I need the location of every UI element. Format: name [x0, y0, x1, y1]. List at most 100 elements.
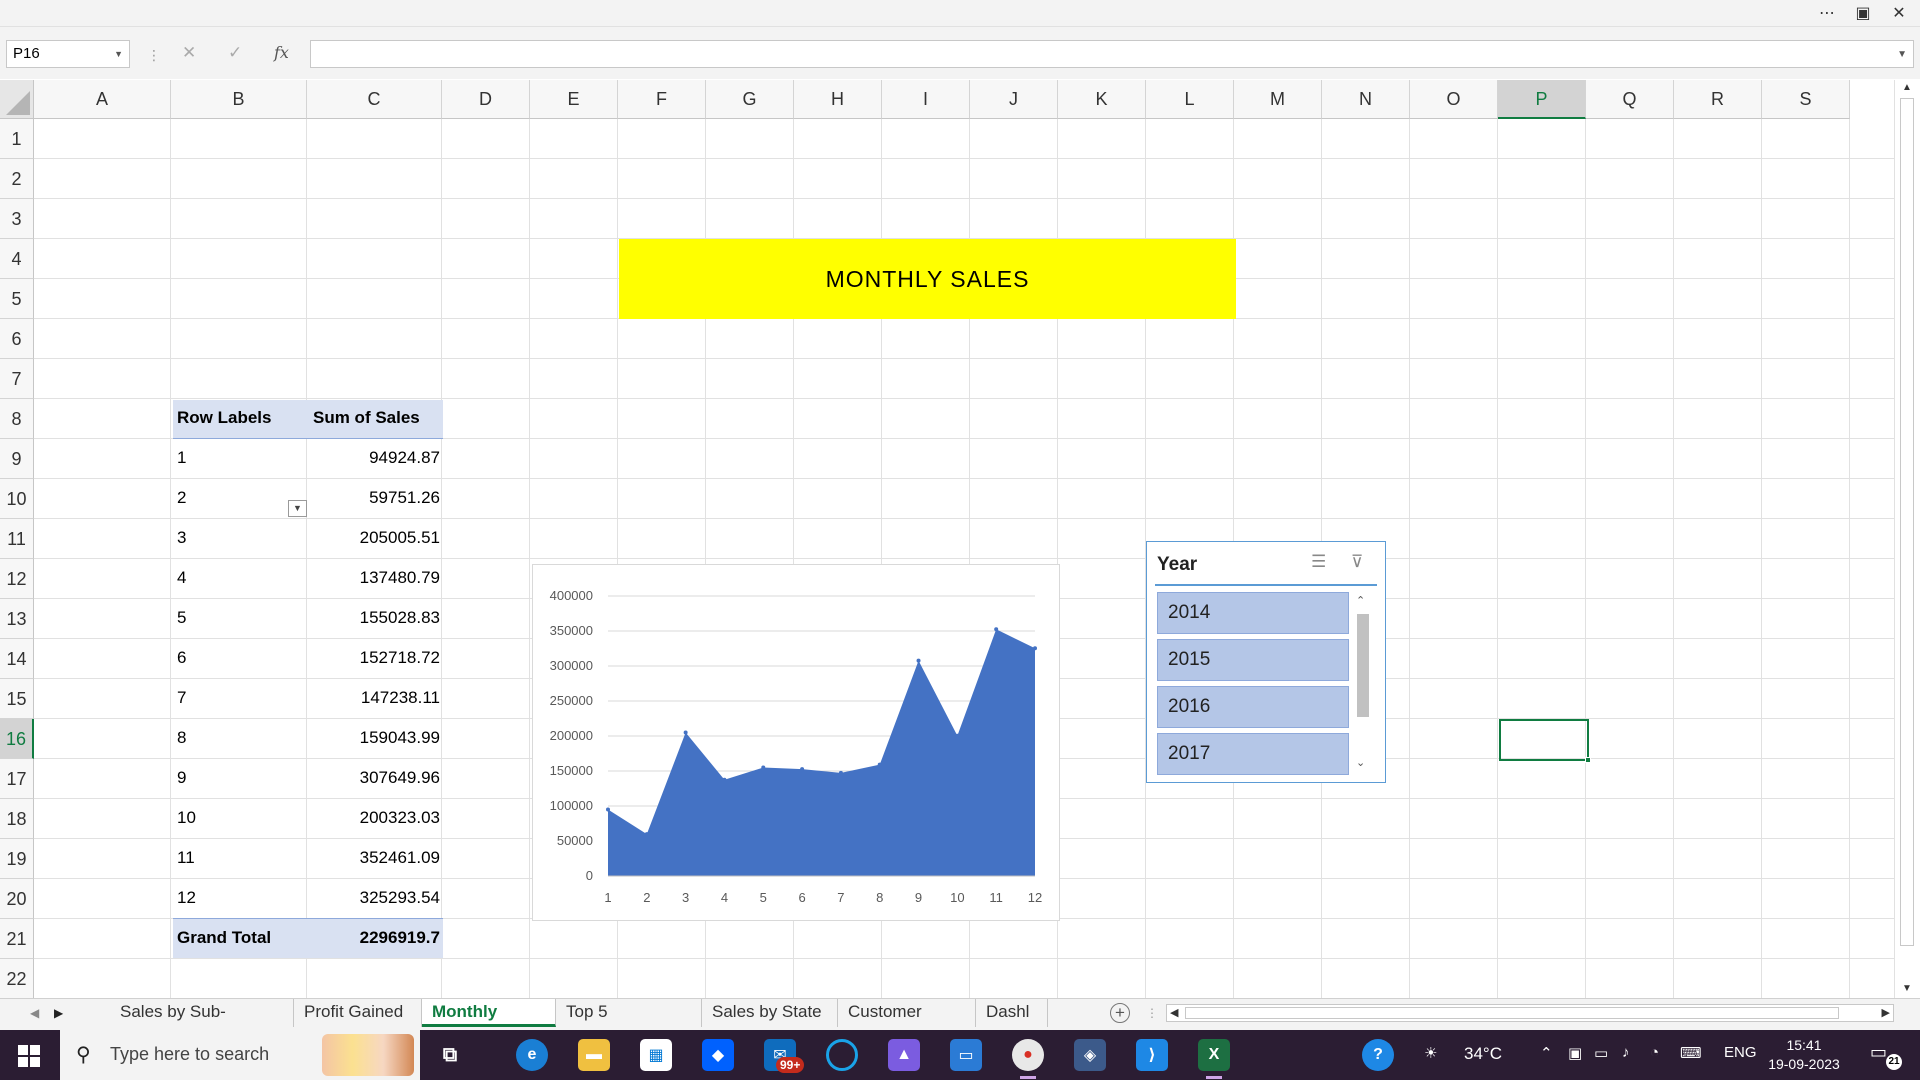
clock[interactable]: 15:41 19-09-2023	[1764, 1036, 1844, 1074]
sql-icon[interactable]: ◈	[1074, 1039, 1106, 1071]
expand-formula-bar-icon[interactable]: ▼	[1897, 49, 1907, 60]
weather-icon[interactable]: ☀	[1424, 1044, 1437, 1062]
column-header-d[interactable]: D	[442, 80, 530, 119]
pivot-row-value[interactable]: 352461.09	[313, 848, 443, 868]
add-sheet-icon[interactable]: +	[1110, 1003, 1130, 1023]
file-explorer-icon[interactable]: ▬	[578, 1039, 610, 1071]
area-data-point[interactable]	[994, 627, 999, 632]
horizontal-scroll-thumb[interactable]	[1185, 1007, 1839, 1019]
row-header-5[interactable]: 5	[0, 279, 34, 319]
slicer-scrollbar[interactable]: ⌃ ⌄	[1355, 592, 1371, 776]
year-slicer[interactable]: Year ☰ ⊽ 2014 2015 2016 2017 ⌃ ⌄	[1146, 541, 1386, 783]
pivot-row-label[interactable]: 3	[177, 528, 186, 548]
area-data-point[interactable]	[683, 730, 688, 735]
remote-desktop-icon[interactable]: ▭	[950, 1039, 982, 1071]
task-view-icon[interactable]: ⧉	[434, 1039, 466, 1071]
pivot-row-label[interactable]: 7	[177, 688, 186, 708]
scroll-down-arrow-icon[interactable]: ▼	[1902, 983, 1912, 994]
more-options-icon[interactable]: ⋯	[1814, 2, 1840, 24]
row-header-4[interactable]: 4	[0, 239, 34, 279]
row-header-17[interactable]: 17	[0, 759, 34, 799]
active-cell-p16[interactable]	[1499, 719, 1591, 763]
pivot-row-label[interactable]: 2	[177, 488, 186, 508]
row-header-20[interactable]: 20	[0, 879, 34, 919]
prev-sheet-icon[interactable]: ◀	[30, 1006, 39, 1020]
column-header-g[interactable]: G	[706, 80, 794, 119]
pivot-row-value[interactable]: 94924.87	[313, 448, 443, 468]
row-labels-header[interactable]: Row Labels	[177, 408, 271, 428]
row-header-22[interactable]: 22	[0, 959, 34, 998]
sheet-tab[interactable]: Top 5 Customers	[556, 999, 702, 1047]
pivot-row-value[interactable]: 159043.99	[313, 728, 443, 748]
monthly-sales-chart[interactable]: 400000 350000 300000 250000 200000 150000 1000…	[532, 564, 1060, 921]
clear-filter-icon[interactable]: ⊽	[1351, 552, 1363, 572]
column-header-r[interactable]: R	[1674, 80, 1762, 119]
enter-icon[interactable]: ✓	[228, 43, 242, 63]
row-header-21[interactable]: 21	[0, 919, 34, 959]
notification-center-icon[interactable]: ▭ 21	[1870, 1042, 1902, 1070]
scroll-left-icon[interactable]: ◀	[1170, 1006, 1178, 1019]
dropbox-icon[interactable]: ◆	[702, 1039, 734, 1071]
pivot-row-label[interactable]: 11	[177, 848, 195, 868]
pivot-row-label[interactable]: 12	[177, 888, 196, 908]
pivot-row-label[interactable]: 5	[177, 608, 186, 628]
select-all-button[interactable]	[0, 80, 34, 119]
row-header-13[interactable]: 13	[0, 599, 34, 639]
sheet-tab[interactable]: Customer Count	[838, 999, 976, 1047]
sheet-tab[interactable]: Sales by Sub-Category	[110, 999, 294, 1047]
pivot-row-label[interactable]: 10	[177, 808, 196, 828]
sheet-tab[interactable]: Dashl ...	[976, 999, 1048, 1047]
scroll-up-icon[interactable]: ⌃	[1356, 594, 1365, 607]
column-header-f[interactable]: F	[618, 80, 706, 119]
slicer-scroll-thumb[interactable]	[1357, 614, 1369, 717]
pivot-row-value[interactable]: 200323.03	[313, 808, 443, 828]
area-data-point[interactable]	[1033, 646, 1037, 651]
next-sheet-icon[interactable]: ▶	[54, 1006, 63, 1020]
pivot-row-label[interactable]: 6	[177, 648, 186, 668]
name-box[interactable]: P16 ▼	[6, 40, 130, 68]
row-labels-filter-button[interactable]: ▼	[288, 500, 307, 517]
keyboard-icon[interactable]: ⌨	[1680, 1044, 1702, 1062]
pivot-row-label[interactable]: 4	[177, 568, 186, 588]
sheet-tab[interactable]: Sales by State	[702, 999, 838, 1027]
column-header-o[interactable]: O	[1410, 80, 1498, 119]
column-header-b[interactable]: B	[171, 80, 307, 119]
cortana-icon[interactable]	[826, 1039, 858, 1071]
pivot-row-value[interactable]: 155028.83	[313, 608, 443, 628]
row-header-6[interactable]: 6	[0, 319, 34, 359]
column-header-k[interactable]: K	[1058, 80, 1146, 119]
column-header-m[interactable]: M	[1234, 80, 1322, 119]
slicer-item-2017[interactable]: 2017	[1157, 733, 1349, 775]
copilot-icon[interactable]: ▲	[888, 1039, 920, 1071]
column-header-q[interactable]: Q	[1586, 80, 1674, 119]
pivot-row-label[interactable]: 8	[177, 728, 186, 748]
column-header-n[interactable]: N	[1322, 80, 1410, 119]
worksheet-grid[interactable]: ABCDEFGHIJKLMNOPQRS 1 2 3 4 5 6 7 8 9 10 11 12 13 14 1…	[0, 80, 1920, 998]
temperature[interactable]: 34°C	[1464, 1044, 1502, 1064]
area-data-point[interactable]	[916, 658, 921, 663]
start-button[interactable]	[18, 1045, 40, 1067]
ribbon-display-icon[interactable]: ▣	[1850, 2, 1876, 24]
horizontal-scrollbar[interactable]: ◀ ▶	[1166, 1004, 1894, 1022]
excel-icon[interactable]: X	[1198, 1039, 1230, 1079]
chevron-down-icon[interactable]: ▼	[114, 41, 123, 67]
column-header-a[interactable]: A	[34, 80, 171, 119]
column-header-c[interactable]: C	[307, 80, 442, 119]
row-header-1[interactable]: 1	[0, 119, 34, 159]
formula-input[interactable]: ▼	[310, 40, 1914, 68]
slicer-item-2014[interactable]: 2014	[1157, 592, 1349, 634]
pivot-row-value[interactable]: 205005.51	[313, 528, 443, 548]
vertical-scroll-thumb[interactable]	[1900, 98, 1914, 946]
language-indicator[interactable]: ENG	[1724, 1044, 1757, 1061]
sum-of-sales-header[interactable]: Sum of Sales	[313, 408, 420, 428]
scroll-down-icon[interactable]: ⌄	[1356, 756, 1365, 769]
battery-icon[interactable]: ▭	[1594, 1044, 1608, 1062]
drag-handle-icon[interactable]: ⋮	[147, 47, 161, 64]
column-header-l[interactable]: L	[1146, 80, 1234, 119]
row-header-10[interactable]: 10	[0, 479, 34, 519]
tabs-splitter-icon[interactable]: ⋮	[1146, 1006, 1158, 1020]
area-data-point[interactable]	[761, 765, 766, 770]
pivot-row-value[interactable]: 307649.96	[313, 768, 443, 788]
sheet-tab[interactable]: Monthly Sales	[422, 999, 556, 1047]
pivot-row-value[interactable]: 147238.11	[313, 688, 443, 708]
